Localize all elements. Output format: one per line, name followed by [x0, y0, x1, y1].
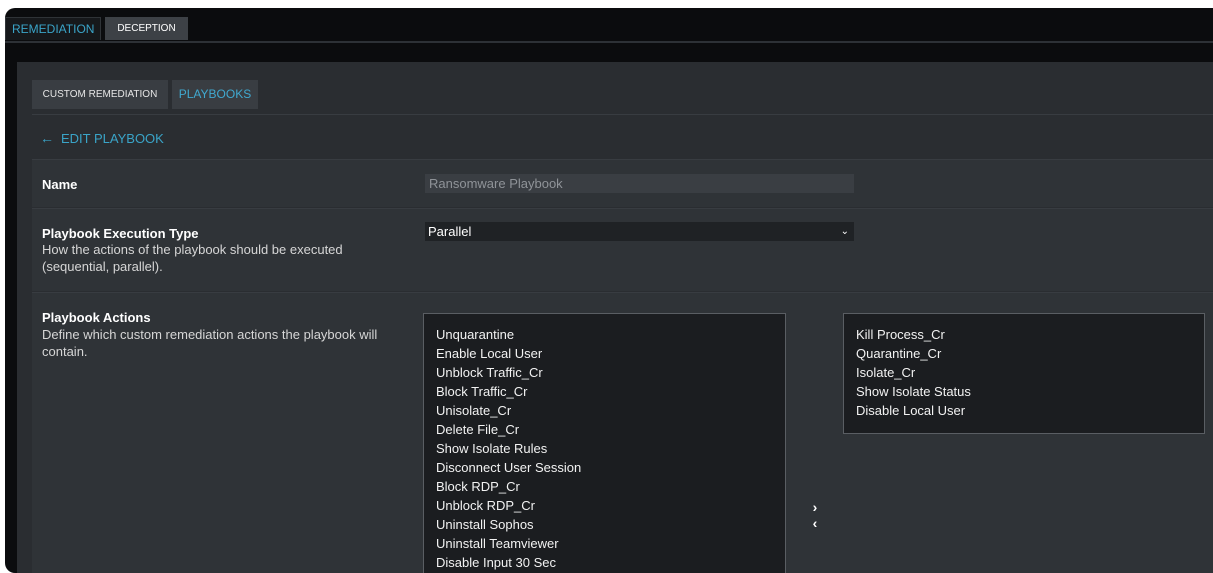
list-item[interactable]: Disable Local User — [856, 401, 971, 420]
list-item[interactable]: Uninstall Sophos — [436, 515, 581, 534]
list-item[interactable]: Show Isolate Rules — [436, 439, 581, 458]
tab-remediation[interactable]: REMEDIATION — [5, 17, 101, 40]
list-item[interactable]: Unblock RDP_Cr — [436, 496, 581, 515]
execution-type-row: Playbook Execution Type How the actions … — [32, 209, 1213, 291]
tab-deception[interactable]: DECEPTION — [105, 17, 188, 40]
selected-actions-list[interactable]: Kill Process_Cr Quarantine_Cr Isolate_Cr Sh… — [843, 313, 1205, 434]
list-item[interactable]: Disconnect User Session — [436, 458, 581, 477]
main-content: CUSTOM REMEDIATION PLAYBOOKS ← EDIT PLAYB… — [17, 62, 1213, 573]
name-label: Name — [42, 177, 78, 192]
playbook-name-input[interactable] — [425, 174, 854, 193]
move-buttons: › ‹ — [809, 499, 821, 531]
list-item[interactable]: Show Isolate Status — [856, 382, 971, 401]
chevron-left-icon[interactable]: ‹ — [809, 515, 821, 531]
chevron-right-icon[interactable]: › — [809, 499, 821, 515]
name-row: Name — [32, 160, 1213, 207]
available-actions-items: Unquarantine Enable Local User Unblock Tra… — [436, 325, 581, 573]
app-window: REMEDIATION DECEPTION CUSTOM REMEDIATION… — [5, 8, 1213, 573]
arrow-left-icon: ← — [40, 130, 54, 146]
tab-custom-remediation[interactable]: CUSTOM REMEDIATION — [32, 80, 168, 109]
list-item[interactable]: Unisolate_Cr — [436, 401, 581, 420]
list-item[interactable]: Enable Local User — [436, 344, 581, 363]
list-item[interactable]: Uninstall Teamviewer — [436, 534, 581, 553]
execution-type-select[interactable]: Parallel ⌄ — [425, 222, 854, 241]
tab-playbooks[interactable]: PLAYBOOKS — [172, 80, 258, 109]
list-item[interactable]: Block RDP_Cr — [436, 477, 581, 496]
list-item[interactable]: Isolate_Cr — [856, 363, 971, 382]
list-item[interactable]: Kill Process_Cr — [856, 325, 971, 344]
chevron-down-icon: ⌄ — [840, 226, 849, 237]
list-item[interactable]: Unblock Traffic_Cr — [436, 363, 581, 382]
back-link[interactable]: ← EDIT PLAYBOOK — [40, 128, 164, 148]
selected-actions-items: Kill Process_Cr Quarantine_Cr Isolate_Cr Sh… — [856, 325, 971, 420]
divider — [32, 114, 1213, 115]
available-actions-list[interactable]: Unquarantine Enable Local User Unblock Tra… — [423, 313, 786, 573]
execution-type-value: Parallel — [428, 224, 472, 239]
playbook-actions-description: Define which custom remediation actions … — [42, 327, 378, 359]
execution-type-label: Playbook Execution Type — [42, 226, 199, 241]
top-tab-bar: REMEDIATION DECEPTION — [5, 8, 1213, 43]
list-item[interactable]: Quarantine_Cr — [856, 344, 971, 363]
list-item[interactable]: Delete File_Cr — [436, 420, 581, 439]
playbook-actions-label: Playbook Actions — [42, 310, 151, 325]
list-item[interactable]: Disable Input 30 Sec — [436, 553, 581, 572]
page-title: EDIT PLAYBOOK — [61, 131, 164, 146]
list-item[interactable]: Unquarantine — [436, 325, 581, 344]
execution-type-description: How the actions of the playbook should b… — [42, 242, 343, 274]
list-item[interactable]: Block Traffic_Cr — [436, 382, 581, 401]
